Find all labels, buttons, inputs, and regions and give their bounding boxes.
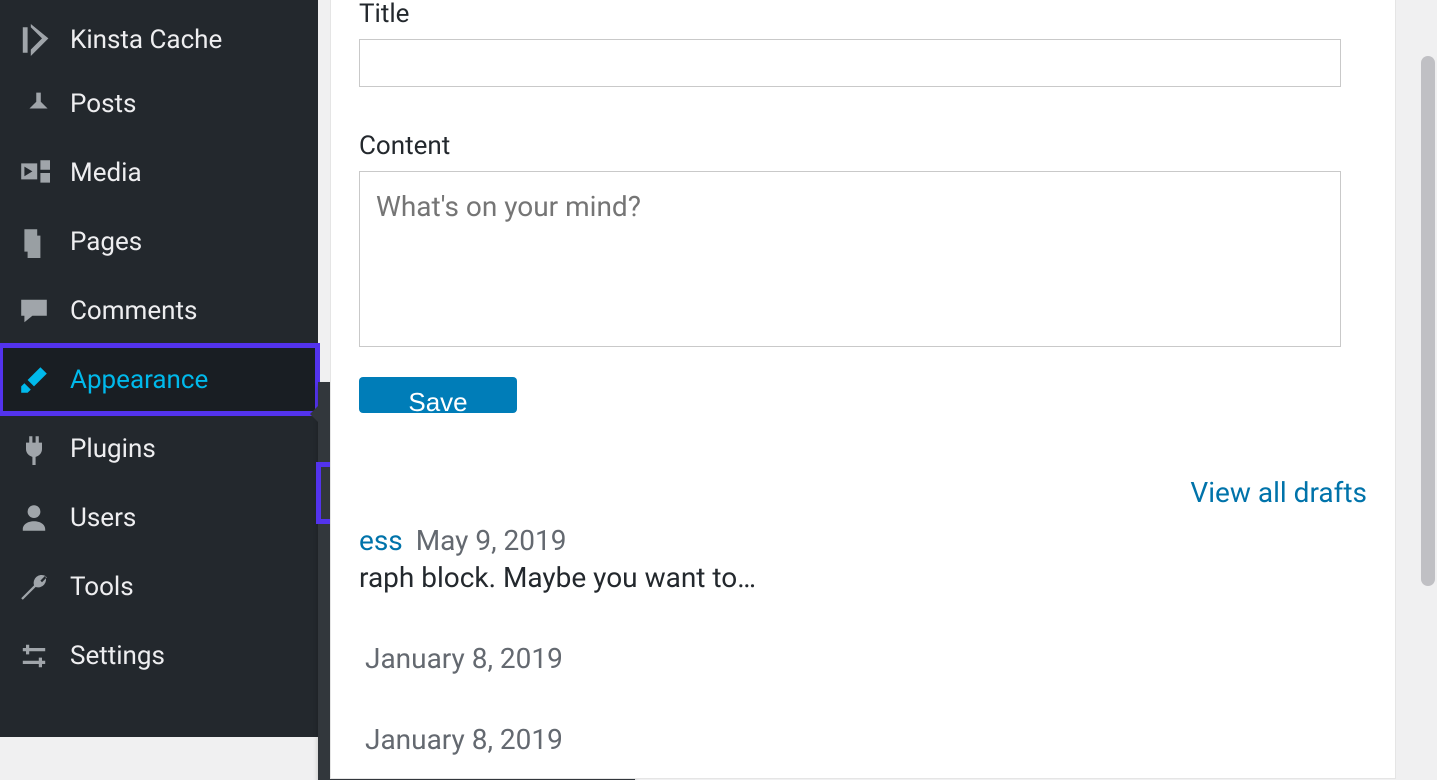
sidebar-item-label: Plugins	[70, 434, 156, 464]
sidebar-item-label: Settings	[70, 641, 165, 671]
sidebar-item-plugins[interactable]: Plugins	[0, 414, 318, 483]
sidebar-item-settings[interactable]: Settings	[0, 621, 318, 690]
content-textarea[interactable]	[359, 171, 1341, 347]
sidebar-item-label: Tools	[70, 572, 134, 602]
draft-row: ess May 9, 2019 raph block. Maybe you wa…	[359, 524, 1367, 594]
sidebar-item-kinsta-cache[interactable]: Kinsta Cache	[0, 0, 318, 69]
save-draft-button[interactable]: Save Draft	[359, 377, 517, 413]
pages-icon	[18, 226, 58, 258]
quick-draft-panel: Title Content Save Draft	[330, 0, 1396, 483]
sidebar-item-label: Users	[70, 503, 136, 533]
media-icon	[18, 157, 58, 189]
sidebar-item-appearance[interactable]: Appearance	[0, 345, 318, 414]
sidebar-item-label: Media	[70, 158, 142, 188]
draft-row: January 8, 2019	[359, 723, 1367, 756]
sidebar-item-comments[interactable]: Comments	[0, 276, 318, 345]
user-icon	[18, 502, 58, 534]
sidebar-item-pages[interactable]: Pages	[0, 207, 318, 276]
kinsta-icon	[18, 24, 58, 56]
draft-excerpt: raph block. Maybe you want to…	[359, 561, 1367, 594]
sliders-icon	[18, 640, 58, 672]
scrollbar-track[interactable]	[1419, 0, 1437, 737]
recent-drafts-panel: View all drafts ess May 9, 2019 raph blo…	[330, 454, 1396, 779]
sidebar-item-label: Appearance	[70, 365, 208, 395]
sidebar-item-users[interactable]: Users	[0, 483, 318, 552]
draft-date: January 8, 2019	[365, 642, 563, 675]
scrollbar-thumb[interactable]	[1421, 56, 1435, 586]
comment-icon	[18, 295, 58, 327]
content-label: Content	[359, 131, 1367, 161]
wrench-icon	[18, 571, 58, 603]
sidebar-item-label: Kinsta Cache	[70, 25, 222, 55]
title-input[interactable]	[359, 39, 1341, 87]
pin-icon	[18, 88, 58, 120]
sidebar-item-media[interactable]: Media	[0, 138, 318, 207]
draft-date: January 8, 2019	[365, 723, 563, 756]
view-all-drafts-link[interactable]: View all drafts	[1190, 476, 1367, 509]
brush-icon	[18, 364, 58, 396]
admin-sidebar: Kinsta Cache Posts Media Pages Comments …	[0, 0, 318, 737]
title-label: Title	[359, 0, 1367, 29]
sidebar-item-label: Posts	[70, 89, 136, 119]
sidebar-item-label: Pages	[70, 227, 142, 257]
sidebar-item-tools[interactable]: Tools	[0, 552, 318, 621]
plug-icon	[18, 433, 58, 465]
draft-title-link[interactable]: ess	[359, 524, 403, 557]
draft-row: January 8, 2019	[359, 642, 1367, 675]
draft-date: May 9, 2019	[416, 524, 567, 557]
sidebar-item-label: Comments	[70, 296, 197, 326]
sidebar-item-posts[interactable]: Posts	[0, 69, 318, 138]
